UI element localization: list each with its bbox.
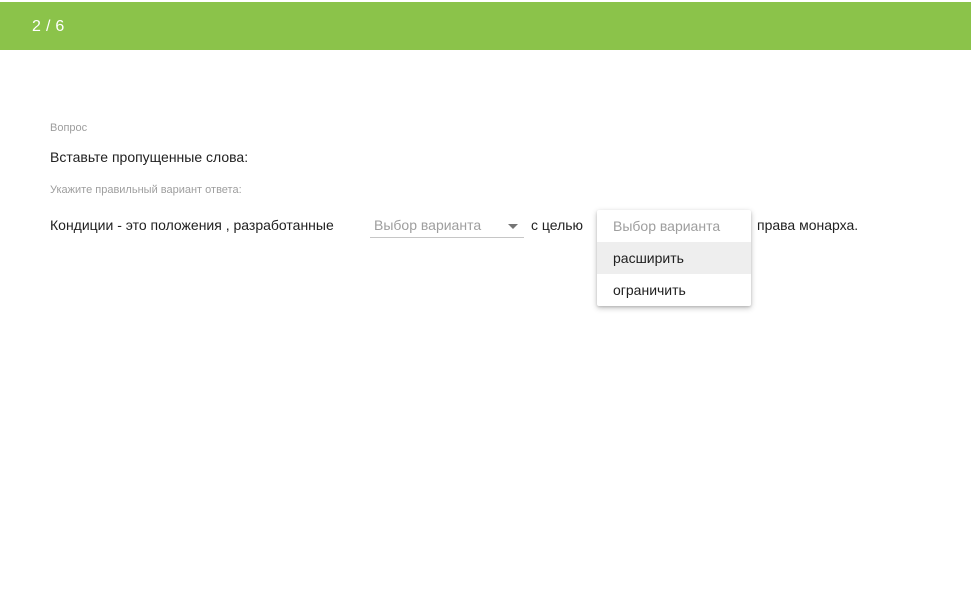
dropdown-placeholder: Выбор варианта	[613, 218, 721, 234]
answer-select-1[interactable]: Выбор варианта	[370, 214, 524, 238]
sentence-part-3: права монарха.	[757, 217, 859, 233]
chevron-down-icon	[508, 224, 518, 229]
sentence-part-1: Кондиции - это положения , разработанные	[50, 217, 334, 233]
quiz-page: 2 / 6 Вопрос Вставьте пропущенные слова:…	[0, 0, 971, 596]
fill-in-sentence: Кондиции - это положения , разработанные…	[0, 0, 971, 596]
answer-select-2-dropdown[interactable]: Выбор варианта расширить ограничить	[597, 210, 751, 306]
dropdown-option-limit[interactable]: ограничить	[597, 274, 751, 306]
sentence-part-2: с целью	[531, 217, 584, 233]
select-1-value: Выбор варианта	[374, 217, 482, 233]
dropdown-option-expand[interactable]: расширить	[597, 242, 751, 274]
